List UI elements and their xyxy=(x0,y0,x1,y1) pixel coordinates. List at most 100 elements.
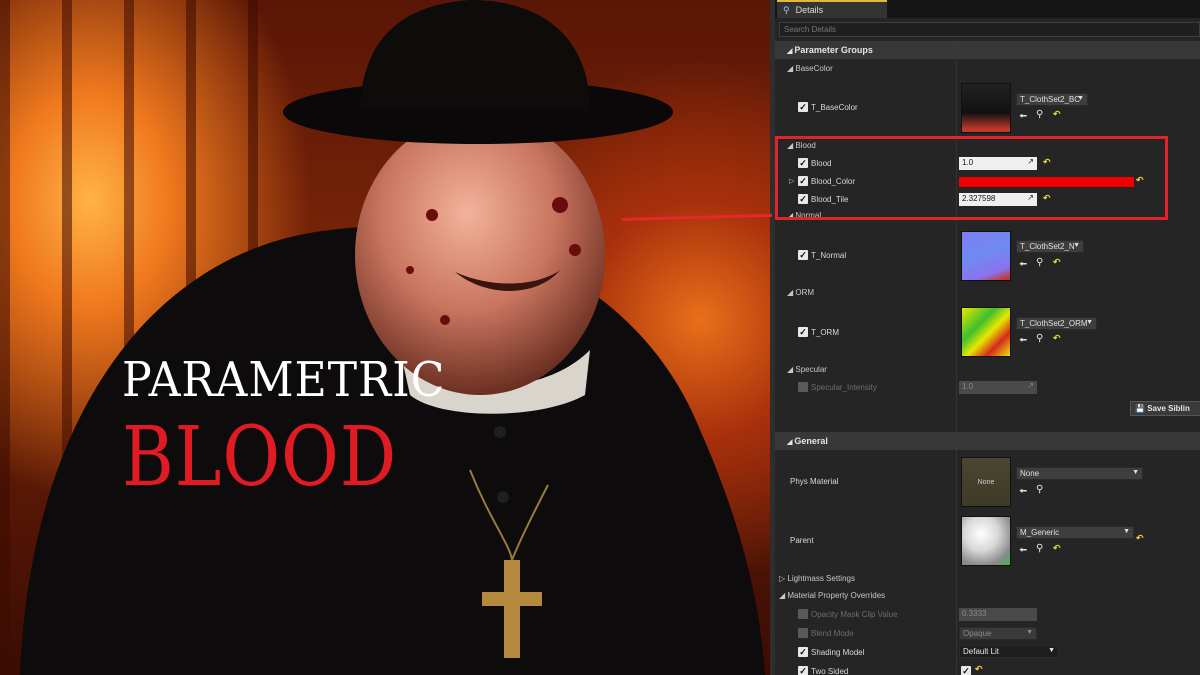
orm-label: T_ORM xyxy=(811,328,839,337)
phys-material-thumbnail[interactable]: None xyxy=(961,457,1011,507)
blood-label: Blood xyxy=(811,159,832,168)
orm-thumbnail[interactable] xyxy=(961,307,1011,357)
shading-model-label: Shading Model xyxy=(811,648,865,657)
search-input[interactable]: Search Details xyxy=(779,22,1200,37)
reset-arrow-icon[interactable]: ↶ xyxy=(1053,543,1061,554)
dropdown-value: T_ClothSet2_BC xyxy=(1020,95,1081,104)
expand-arrow-icon[interactable]: ▷ xyxy=(789,177,794,185)
arrow-left-icon[interactable]: 🠨 xyxy=(1019,257,1027,274)
chevron-down-icon: ▼ xyxy=(1073,242,1080,249)
blood-tile-label: Blood_Tile xyxy=(811,195,849,204)
reset-arrow-icon[interactable]: ↶ xyxy=(975,664,983,675)
parent-thumbnail[interactable] xyxy=(961,516,1011,566)
basecolor-checkbox[interactable]: ✓ xyxy=(798,102,808,112)
group-basecolor[interactable]: ◢ BaseColor xyxy=(787,64,833,73)
group-label: ORM xyxy=(795,288,815,297)
parent-dropdown[interactable]: M_Generic ▼ xyxy=(1016,526,1134,539)
chevron-down-icon: ▼ xyxy=(1026,629,1033,636)
tab-bar: ⚲ Details xyxy=(775,0,1200,18)
reset-arrow-icon[interactable]: ↶ xyxy=(1053,333,1061,344)
priest-figure xyxy=(20,0,765,675)
opacity-mask-checkbox[interactable] xyxy=(798,609,808,619)
group-blood[interactable]: ◢ Blood xyxy=(787,141,816,150)
value-text: 2.327598 xyxy=(962,194,996,203)
normal-texture-dropdown[interactable]: T_ClothSet2_N ▼ xyxy=(1016,240,1084,253)
search-icon[interactable]: ⚲ xyxy=(1036,333,1043,344)
basecolor-label: T_BaseColor xyxy=(811,103,858,112)
group-orm[interactable]: ◢ ORM xyxy=(787,288,814,297)
section-parameter-groups[interactable]: ◢ Parameter Groups xyxy=(775,41,1200,59)
button xyxy=(497,491,509,503)
orm-texture-dropdown[interactable]: T_ClothSet2_ORM ▼ xyxy=(1016,317,1097,330)
arrow-left-icon[interactable]: 🠨 xyxy=(1019,109,1027,126)
blood-tile-checkbox[interactable]: ✓ xyxy=(798,194,808,204)
group-label: Specular xyxy=(795,365,827,374)
specular-value-input[interactable]: 1.0 ↗ xyxy=(959,381,1037,394)
two-sided-label: Two Sided xyxy=(811,667,849,675)
search-icon[interactable]: ⚲ xyxy=(1036,257,1043,268)
dropdown-value: T_ClothSet2_N xyxy=(1020,242,1075,251)
two-sided-checkbox[interactable]: ✓ xyxy=(798,666,808,675)
section-title: General xyxy=(794,436,828,446)
blood-color-checkbox[interactable]: ✓ xyxy=(798,176,808,186)
blood-spot xyxy=(406,266,414,274)
search-icon[interactable]: ⚲ xyxy=(1036,109,1043,120)
search-icon[interactable]: ⚲ xyxy=(1036,543,1043,554)
reset-arrow-icon[interactable]: ↶ xyxy=(1136,175,1144,186)
group-label: Blood xyxy=(795,141,816,150)
material-property-overrides-row[interactable]: ◢ Material Property Overrides xyxy=(779,591,885,600)
search-icon[interactable]: ⚲ xyxy=(1036,484,1043,495)
value-text: 1.0 xyxy=(962,382,974,391)
shading-model-dropdown[interactable]: Default Lit ▼ xyxy=(959,645,1059,658)
reset-arrow-icon[interactable]: ↶ xyxy=(1053,109,1061,120)
spin-arrows-icon: ↗ xyxy=(1027,381,1034,390)
blood-tile-input[interactable]: 2.327598 ↗ xyxy=(959,193,1037,206)
blood-color-label: Blood_Color xyxy=(811,177,856,186)
lightmass-settings-row[interactable]: ▷ Lightmass Settings xyxy=(779,574,855,583)
reset-arrow-icon[interactable]: ↶ xyxy=(1043,193,1051,204)
spin-arrows-icon: ↗ xyxy=(1027,193,1034,202)
blood-color-swatch[interactable] xyxy=(959,177,1134,187)
opacity-mask-input[interactable]: 0.3333 xyxy=(959,608,1037,621)
opacity-mask-label: Opacity Mask Clip Value xyxy=(811,610,898,619)
overlay-title-line2: BLOOD xyxy=(122,410,398,505)
two-sided-value-checkbox[interactable]: ✓ xyxy=(961,666,971,675)
orm-checkbox[interactable]: ✓ xyxy=(798,327,808,337)
blood-checkbox[interactable]: ✓ xyxy=(798,158,808,168)
specular-checkbox[interactable] xyxy=(798,382,808,392)
blood-spot xyxy=(552,197,568,213)
save-siblings-button[interactable]: 💾 Save Siblin xyxy=(1130,401,1200,416)
save-icon: 💾 xyxy=(1135,404,1145,413)
group-label: BaseColor xyxy=(795,64,833,73)
shading-model-checkbox[interactable]: ✓ xyxy=(798,647,808,657)
reset-arrow-icon[interactable]: ↶ xyxy=(1043,157,1051,168)
value-text: 1.0 xyxy=(962,158,974,167)
blend-mode-checkbox[interactable] xyxy=(798,628,808,638)
normal-thumbnail[interactable] xyxy=(961,231,1011,281)
button xyxy=(494,426,506,438)
basecolor-texture-dropdown[interactable]: T_ClothSet2_BC ▼ xyxy=(1016,93,1088,106)
reset-arrow-icon[interactable]: ↶ xyxy=(1053,257,1061,268)
chevron-down-icon: ▼ xyxy=(1077,95,1084,102)
chevron-down-icon: ▼ xyxy=(1123,528,1130,535)
magnifier-icon: ⚲ xyxy=(783,4,790,15)
tab-details[interactable]: ⚲ Details xyxy=(777,0,887,18)
arrow-left-icon[interactable]: 🠨 xyxy=(1019,543,1027,560)
row-label: Material Property Overrides xyxy=(787,591,886,600)
normal-checkbox[interactable]: ✓ xyxy=(798,250,808,260)
section-title: Parameter Groups xyxy=(794,45,873,55)
group-specular[interactable]: ◢ Specular xyxy=(787,365,827,374)
blood-value-input[interactable]: 1.0 ↗ xyxy=(959,157,1037,170)
blood-spot xyxy=(440,315,450,325)
section-general[interactable]: ◢ General xyxy=(775,432,1200,450)
basecolor-thumbnail[interactable] xyxy=(961,83,1011,133)
chevron-down-icon: ▼ xyxy=(1048,647,1055,654)
arrow-left-icon[interactable]: 🠨 xyxy=(1019,484,1027,501)
arrow-left-icon[interactable]: 🠨 xyxy=(1019,333,1027,350)
blend-mode-dropdown[interactable]: Opaque ▼ xyxy=(959,627,1037,640)
reset-arrow-icon[interactable]: ↶ xyxy=(1136,533,1144,544)
phys-material-dropdown[interactable]: None ▼ xyxy=(1016,467,1143,480)
column-splitter[interactable] xyxy=(956,40,957,675)
blend-mode-label: Blend Mode xyxy=(811,629,854,638)
group-normal[interactable]: ◢ Normal xyxy=(787,211,821,220)
